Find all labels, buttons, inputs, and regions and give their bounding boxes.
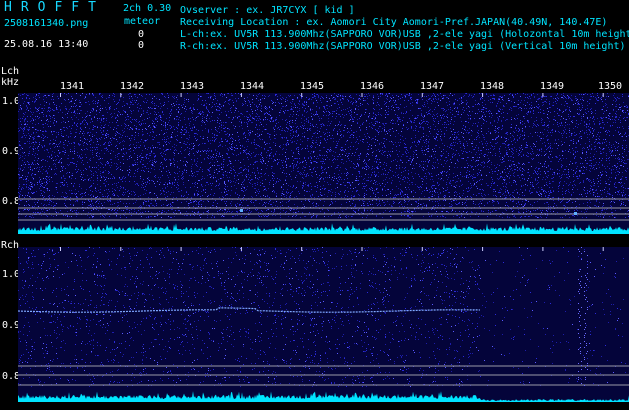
time-tick-label: 1341	[60, 81, 85, 92]
lch-label: Lch	[1, 66, 20, 77]
time-tick-label: 1348	[480, 81, 505, 92]
time-tick-label: 1342	[120, 81, 145, 92]
timestamp-label: 25.08.16 13:40	[4, 39, 89, 50]
time-tick-label: 1349	[540, 81, 565, 92]
mode-label: 2ch 0.30	[123, 3, 172, 14]
observer-line: Ovserver : ex. JR7CYX [ kid ]	[180, 5, 355, 16]
lch-spectrogram	[18, 93, 629, 234]
time-tick-label: 1350	[598, 81, 623, 92]
rch-label: Rch	[1, 240, 20, 251]
filename-label: 2508161340.png	[4, 18, 89, 29]
minute-ticks	[60, 247, 604, 251]
app-title: HROFFT	[4, 0, 105, 15]
meteor-ping	[574, 212, 577, 215]
rch-info-line: R-ch:ex. UV5R 113.900Mhz(SAPPORO VOR)USB…	[180, 41, 626, 52]
lch-unit: kHz	[1, 77, 20, 88]
meteor-count-rch: 0	[138, 40, 145, 51]
time-tick-label: 1345	[300, 81, 325, 92]
time-tick-label: 1343	[180, 81, 205, 92]
meteor-label: meteor	[124, 16, 161, 27]
rch-spectrogram	[18, 247, 629, 402]
interference-band	[578, 247, 582, 384]
lch-spectrogram-canvas	[18, 93, 629, 234]
location-line: Receiving Location : ex. Aomori City Aom…	[180, 17, 608, 28]
meteor-ping	[240, 209, 243, 212]
amplitude-strip	[18, 391, 629, 402]
amplitude-strip	[18, 223, 629, 234]
rch-spectrogram-canvas	[18, 247, 629, 402]
time-tick-label: 1347	[420, 81, 445, 92]
lch-info-line: L-ch:ex. UV5R 113.900Mhz(SAPPORO VOR)USB…	[180, 29, 629, 40]
time-tick-label: 1344	[240, 81, 265, 92]
time-tick-label: 1346	[360, 81, 385, 92]
